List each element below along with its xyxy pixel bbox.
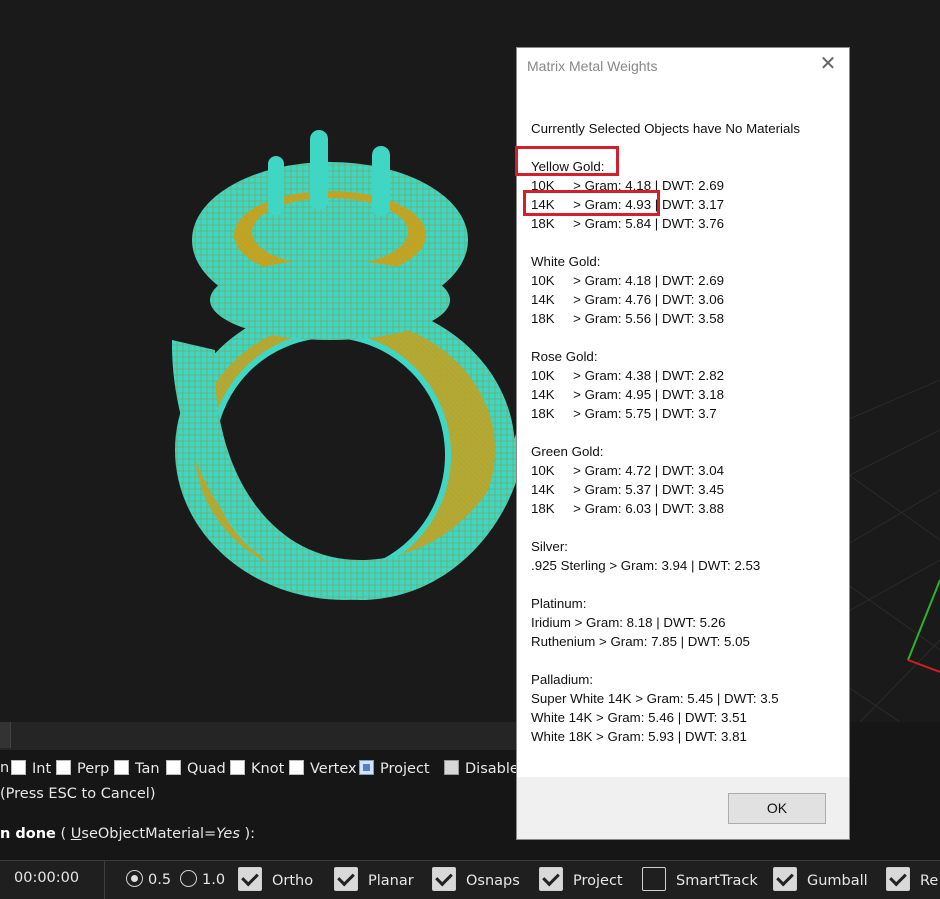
radio-0-5[interactable]: 0.5 bbox=[126, 870, 171, 888]
checkbox-checked-icon[interactable] bbox=[238, 867, 262, 891]
option-equals: = bbox=[204, 826, 217, 842]
weight-row: 10K > Gram: 4.18 | DWT: 2.69 bbox=[531, 273, 725, 288]
weight-row: 14K > Gram: 4.95 | DWT: 3.18 bbox=[531, 387, 725, 402]
radio-icon[interactable] bbox=[180, 870, 197, 887]
weight-row: Iridium > Gram: 8.18 | DWT: 5.26 bbox=[531, 615, 726, 630]
command-panel-strip bbox=[0, 722, 516, 750]
radio-selected-icon[interactable] bbox=[126, 870, 143, 887]
toggle-gumball[interactable]: Gumball bbox=[773, 867, 868, 891]
weight-row: 18K > Gram: 5.56 | DWT: 3.58 bbox=[531, 311, 725, 326]
option-value: Yes bbox=[216, 826, 240, 842]
toggle-osnaps[interactable]: Osnaps bbox=[432, 867, 520, 891]
weight-row: 18K > Gram: 6.03 | DWT: 3.88 bbox=[531, 501, 725, 516]
checkbox-checked-icon[interactable] bbox=[432, 867, 456, 891]
osnap-knot[interactable]: Knot bbox=[230, 760, 284, 777]
checkbox-checked-icon[interactable] bbox=[359, 760, 374, 775]
checkbox-icon[interactable] bbox=[642, 867, 666, 891]
checkbox-disabled-icon[interactable] bbox=[444, 760, 459, 775]
osnap-disable[interactable]: Disable bbox=[444, 760, 519, 777]
ok-button[interactable]: OK bbox=[728, 793, 826, 824]
osnap-toolbar: n Int Perp Tan Quad Knot Vertex Project … bbox=[0, 756, 519, 784]
checkbox-checked-icon[interactable] bbox=[773, 867, 797, 891]
checkbox-checked-icon[interactable] bbox=[539, 867, 563, 891]
axis-y bbox=[907, 579, 940, 661]
prompt-paren-close: ): bbox=[239, 826, 256, 842]
osnap-tan[interactable]: Tan bbox=[114, 760, 160, 777]
intro-text: Currently Selected Objects have No Mater… bbox=[531, 121, 801, 136]
prompt-paren-open: ( bbox=[55, 826, 71, 842]
toggle-planar[interactable]: Planar bbox=[334, 867, 414, 891]
checkbox-icon[interactable] bbox=[230, 760, 245, 775]
weight-row: White 18K > Gram: 5.93 | DWT: 3.81 bbox=[531, 729, 747, 744]
weight-row: 10K > Gram: 4.72 | DWT: 3.04 bbox=[531, 463, 725, 478]
timer-readout: 00:00:00 bbox=[14, 870, 80, 886]
weight-row: .925 Sterling > Gram: 3.94 | DWT: 2.53 bbox=[531, 558, 761, 573]
group-green-gold: Green Gold: bbox=[531, 444, 604, 459]
weight-row: Ruthenium > Gram: 7.85 | DWT: 5.05 bbox=[531, 634, 750, 649]
status-bar: 00:00:00 0.5 1.0 Ortho Planar Osnaps Pro… bbox=[0, 860, 940, 899]
dialog-footer: OK bbox=[517, 777, 849, 839]
weight-row: 18K > Gram: 5.84 | DWT: 3.76 bbox=[531, 216, 725, 231]
close-icon[interactable]: ✕ bbox=[817, 54, 839, 74]
toggle-project[interactable]: Project bbox=[539, 867, 623, 891]
checkbox-icon[interactable] bbox=[56, 760, 71, 775]
checkbox-checked-icon[interactable] bbox=[334, 867, 358, 891]
weight-row: 18K > Gram: 5.75 | DWT: 3.7 bbox=[531, 406, 717, 421]
command-prompt[interactable]: n done ( UseObjectMaterial=Yes ): bbox=[0, 826, 255, 842]
osnap-vertex[interactable]: Vertex bbox=[289, 760, 357, 777]
toggle-ortho[interactable]: Ortho bbox=[238, 867, 313, 891]
checkbox-icon[interactable] bbox=[289, 760, 304, 775]
group-white-gold: White Gold: bbox=[531, 254, 601, 269]
radio-1-0[interactable]: 1.0 bbox=[180, 870, 225, 888]
weight-row: White 14K > Gram: 5.46 | DWT: 3.51 bbox=[531, 710, 747, 725]
option-use-object-material[interactable]: UseObjectMaterial bbox=[71, 826, 204, 842]
dialog-title: Matrix Metal Weights bbox=[527, 58, 658, 74]
highlight-yellow-gold bbox=[515, 146, 619, 176]
checkbox-icon[interactable] bbox=[114, 760, 129, 775]
axis-x bbox=[907, 659, 940, 673]
osnap-quad[interactable]: Quad bbox=[166, 760, 226, 777]
toggle-smarttrack[interactable]: SmartTrack bbox=[642, 867, 758, 891]
weight-row: 14K > Gram: 4.76 | DWT: 3.06 bbox=[531, 292, 725, 307]
checkbox-icon[interactable] bbox=[166, 760, 181, 775]
group-silver: Silver: bbox=[531, 539, 568, 554]
weight-row: Super White 14K > Gram: 5.45 | DWT: 3.5 bbox=[531, 691, 779, 706]
toggle-record-history[interactable]: Re bbox=[886, 867, 938, 891]
osnap-truncated: n bbox=[0, 760, 10, 776]
group-rose-gold: Rose Gold: bbox=[531, 349, 598, 364]
status-divider bbox=[104, 861, 105, 899]
panel-tab[interactable] bbox=[0, 722, 11, 748]
weight-row: 10K > Gram: 4.38 | DWT: 2.82 bbox=[531, 368, 725, 383]
osnap-perp[interactable]: Perp bbox=[56, 760, 109, 777]
group-palladium: Palladium: bbox=[531, 672, 594, 687]
osnap-project[interactable]: Project bbox=[359, 760, 430, 777]
group-platinum: Platinum: bbox=[531, 596, 587, 611]
checkbox-icon[interactable] bbox=[11, 760, 26, 775]
command-history: (Press ESC to Cancel) bbox=[0, 786, 156, 802]
highlight-14k-gram bbox=[523, 190, 660, 216]
weight-row: 14K > Gram: 5.37 | DWT: 3.45 bbox=[531, 482, 725, 497]
prompt-text: n done bbox=[0, 826, 56, 842]
osnap-int[interactable]: Int bbox=[11, 760, 51, 777]
checkbox-checked-icon[interactable] bbox=[886, 867, 910, 891]
